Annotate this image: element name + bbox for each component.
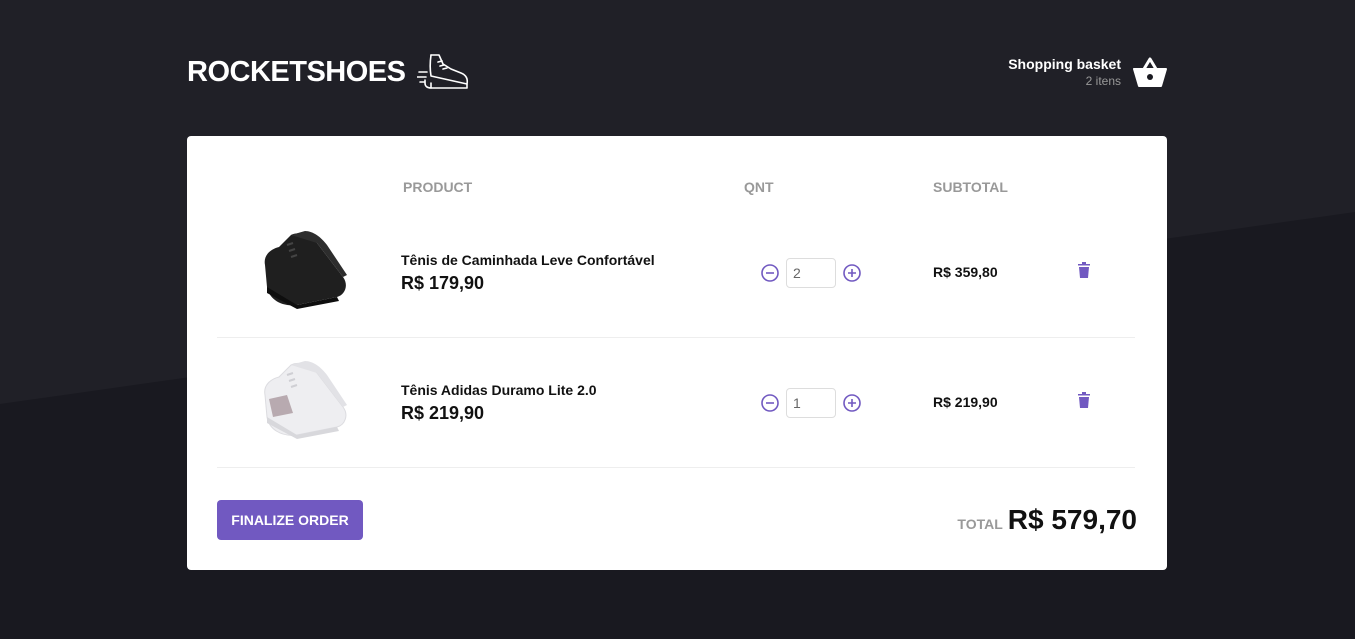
- quantity-cell: [742, 208, 931, 338]
- quantity-input[interactable]: [786, 387, 836, 418]
- logo-link[interactable]: ROCKETSHOES: [187, 52, 471, 92]
- product-price: R$ 219,90: [401, 402, 485, 423]
- quantity-cell: [742, 338, 931, 468]
- product-image: [264, 231, 347, 309]
- product-column-header: PRODUCT: [403, 179, 473, 195]
- decrement-button[interactable]: [760, 263, 780, 283]
- product-title: Tênis de Caminhada Leve Confortável: [401, 251, 655, 268]
- qnt-column-header: QNT: [744, 179, 774, 195]
- quantity-input[interactable]: [786, 257, 836, 288]
- table-row: Tênis Adidas Duramo Lite 2.0 R$ 219,90 1…: [217, 338, 1135, 468]
- increment-button[interactable]: [842, 393, 862, 413]
- subtotal-value: R$ 359,80: [933, 263, 998, 280]
- cart-panel: PRODUCT QNT SUBTOTAL Tênis de Caminhada …: [187, 136, 1167, 570]
- product-image-cell: [217, 338, 387, 468]
- decrement-button[interactable]: [760, 393, 780, 413]
- product-title: Tênis Adidas Duramo Lite 2.0: [401, 381, 597, 398]
- add-circle-icon: [843, 393, 861, 412]
- add-circle-icon: [843, 263, 861, 282]
- trash-icon: [1078, 262, 1090, 278]
- subtotal-column-header: SUBTOTAL: [933, 179, 1008, 195]
- product-info-cell: Tênis Adidas Duramo Lite 2.0 R$ 219,90: [387, 338, 742, 468]
- cart-footer: FINALIZE ORDER TOTAL R$ 579,70: [217, 500, 1137, 540]
- delete-column-header: [1057, 166, 1135, 208]
- table-header: PRODUCT QNT SUBTOTAL: [217, 166, 1135, 208]
- delete-button[interactable]: [1057, 261, 1091, 279]
- subtotal-value: R$ 219,90: [933, 393, 998, 410]
- basket-info: Shopping basket 2 itens: [1008, 56, 1121, 88]
- table-row: Tênis de Caminhada Leve Confortável R$ 1…: [217, 208, 1135, 338]
- logo-text: ROCKETSHOES: [187, 55, 406, 88]
- app-container: ROCKETSHOES Shopping basket 2 itens PROD…: [187, 0, 1167, 570]
- header: ROCKETSHOES Shopping basket 2 itens: [187, 0, 1167, 136]
- trash-icon: [1078, 392, 1090, 408]
- product-image-cell: [217, 208, 387, 338]
- quantity-stepper: [742, 387, 931, 418]
- delete-button[interactable]: [1057, 391, 1091, 409]
- delete-cell: [1057, 208, 1135, 338]
- quantity-stepper: [742, 257, 931, 288]
- remove-circle-icon: [761, 263, 779, 282]
- delete-cell: [1057, 338, 1135, 468]
- increment-button[interactable]: [842, 263, 862, 283]
- product-price: R$ 179,90: [401, 272, 485, 293]
- total-value: R$ 579,70: [1007, 504, 1137, 535]
- product-image: [264, 361, 347, 439]
- image-column-header: [217, 166, 387, 208]
- total-label: TOTAL: [957, 516, 1003, 532]
- cart-table: PRODUCT QNT SUBTOTAL Tênis de Caminhada …: [217, 166, 1135, 468]
- basket-count: 2 itens: [1085, 74, 1121, 88]
- product-info-cell: Tênis de Caminhada Leve Confortável R$ 1…: [387, 208, 742, 338]
- shopping-basket-icon: [1133, 57, 1167, 87]
- basket-title: Shopping basket: [1008, 56, 1121, 72]
- remove-circle-icon: [761, 393, 779, 412]
- running-shoe-icon: [417, 54, 469, 89]
- total: TOTAL R$ 579,70: [957, 504, 1137, 536]
- subtotal-cell: R$ 359,80: [931, 208, 1057, 338]
- finalize-order-button[interactable]: FINALIZE ORDER: [217, 500, 363, 540]
- basket-link[interactable]: Shopping basket 2 itens: [1008, 56, 1167, 88]
- subtotal-cell: R$ 219,90: [931, 338, 1057, 468]
